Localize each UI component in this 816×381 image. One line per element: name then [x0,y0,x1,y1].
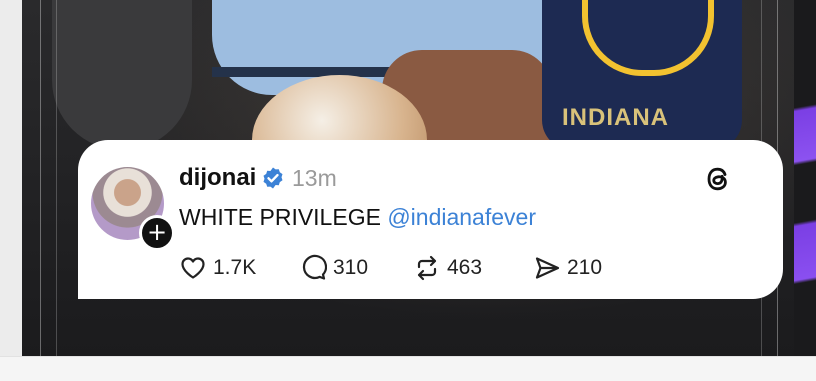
post-text: WHITE PRIVILEGE @indianafever [179,204,536,231]
post-timestamp: 13m [292,165,337,191]
post-body: WHITE PRIVILEGE [179,204,381,230]
threads-logo-icon [707,167,727,191]
verified-badge-icon [263,167,283,189]
comment-bubble-icon [302,254,327,280]
mention-link[interactable]: @indianafever [387,204,536,230]
send-icon [535,257,560,279]
repost-arrows-icon [417,255,437,281]
like-count: 1.7K [213,256,257,279]
share-button[interactable]: 210 [533,254,602,282]
reply-button[interactable]: 310 [299,254,368,282]
share-count: 210 [567,256,603,279]
like-button[interactable]: 1.7K [179,254,256,282]
threads-post-card[interactable]: + dijonai 13m WHITE PRIVILEGE @indianafe… [78,140,783,299]
repost-count: 463 [447,256,483,279]
reply-count: 310 [333,256,369,279]
heart-icon [181,257,205,279]
bottom-strip [0,356,816,381]
page-margin-left [0,0,22,356]
repost-button[interactable]: 463 [413,254,482,282]
username[interactable]: dijonai [179,164,256,192]
plus-icon[interactable]: + [139,215,175,251]
accent-side-band [794,0,816,356]
